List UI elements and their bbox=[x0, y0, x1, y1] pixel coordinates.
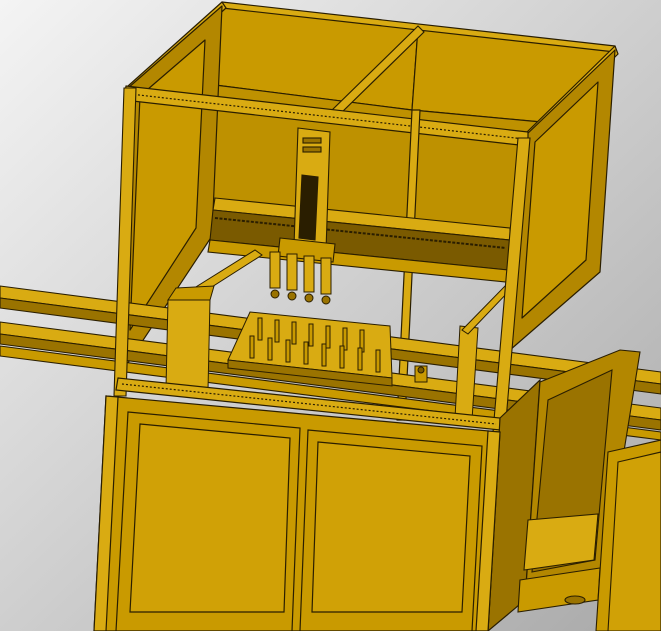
nozzle-1 bbox=[269, 251, 281, 289]
sensor bbox=[417, 366, 425, 374]
door-left-inset bbox=[129, 423, 291, 613]
leveling-foot bbox=[564, 595, 586, 605]
nozzle-4 bbox=[320, 257, 332, 295]
base-cabinet bbox=[93, 377, 541, 631]
z-motor-vent-1 bbox=[302, 137, 322, 144]
pin bbox=[274, 319, 280, 343]
pin bbox=[357, 347, 363, 371]
z-column-slot bbox=[298, 174, 319, 241]
nozzle-3 bbox=[303, 255, 315, 293]
y-axis-motor bbox=[165, 299, 211, 391]
pin bbox=[339, 345, 345, 369]
pin bbox=[249, 335, 255, 359]
nozzle-tip-3 bbox=[304, 293, 314, 303]
pin bbox=[308, 323, 314, 347]
z-motor-vent-2 bbox=[302, 146, 322, 153]
cad-viewport bbox=[0, 0, 661, 631]
nozzle-2 bbox=[286, 253, 298, 291]
pin bbox=[291, 321, 297, 345]
pin bbox=[257, 317, 263, 341]
pin bbox=[303, 341, 309, 365]
pin bbox=[325, 325, 331, 349]
pin bbox=[375, 349, 381, 373]
nozzle-tip-2 bbox=[287, 291, 297, 301]
pin bbox=[267, 337, 273, 361]
machine-model bbox=[0, 0, 661, 631]
nozzle-tip-4 bbox=[321, 295, 331, 305]
pin bbox=[285, 339, 291, 363]
door-right-inset bbox=[311, 441, 471, 613]
nozzle-tip-1 bbox=[270, 289, 280, 299]
pin bbox=[321, 343, 327, 367]
